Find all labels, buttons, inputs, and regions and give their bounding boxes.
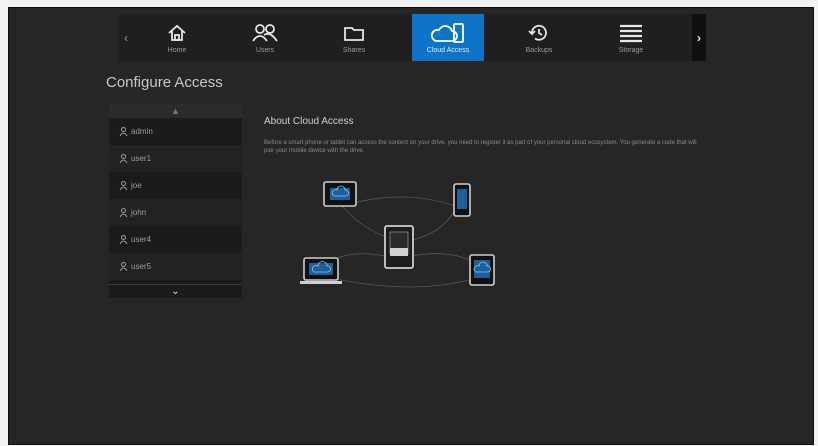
backups-icon: [528, 22, 550, 44]
nav-item-cloud-access[interactable]: Cloud Access: [412, 14, 484, 61]
storage-icon: [618, 22, 644, 44]
user-name: john: [131, 208, 147, 217]
user-item-john[interactable]: john: [109, 199, 242, 226]
cloud-access-icon: [430, 22, 466, 44]
nav-item-backups[interactable]: Backups: [503, 14, 575, 61]
user-name: admin: [131, 127, 153, 136]
user-name: user5: [131, 262, 152, 271]
nas-drive-icon: [384, 225, 414, 269]
laptop-top-icon: [323, 181, 357, 207]
user-list-scroll-down-button[interactable]: ⌄: [109, 284, 242, 298]
nav-label: Backups: [525, 47, 553, 54]
user-icon: [119, 262, 128, 271]
nav-scroll-left-button[interactable]: ‹: [119, 14, 133, 61]
user-item-user4[interactable]: user4: [109, 226, 242, 253]
user-icon: [119, 235, 128, 244]
cloud-access-diagram: [300, 181, 495, 288]
home-icon: [167, 22, 187, 44]
smartphone-icon: [453, 183, 471, 217]
user-item-joe[interactable]: joe: [109, 172, 242, 199]
user-icon: [119, 154, 128, 163]
user-icon: [119, 181, 128, 190]
user-name: user4: [131, 235, 152, 244]
nav-label: Shares: [342, 47, 366, 54]
nav-label: Storage: [618, 47, 644, 54]
about-cloud-access-title: About Cloud Access: [264, 116, 354, 127]
user-item-admin[interactable]: admin: [109, 118, 242, 145]
nav-item-shares[interactable]: Shares: [318, 14, 390, 61]
user-icon: [119, 208, 128, 217]
user-name: joe: [131, 181, 142, 190]
nav-scroll-right-button[interactable]: ›: [692, 14, 706, 61]
about-cloud-access-description: Before a smart phone or tablet can acces…: [264, 140, 697, 154]
user-item-user1[interactable]: user1: [109, 145, 242, 172]
user-item-user5[interactable]: user5: [109, 253, 242, 280]
user-list: ▲ admin user1 joe john user4 user5 ⌄: [109, 104, 242, 298]
page-title: Configure Access: [106, 74, 223, 91]
nav-label: Users: [255, 47, 275, 54]
users-icon: [251, 22, 279, 44]
app-screen: ‹ Home Users Shares Cloud Access Backups…: [8, 7, 814, 445]
nav-label: Cloud Access: [426, 47, 470, 54]
nav-item-storage[interactable]: Storage: [595, 14, 667, 61]
user-name: user1: [131, 154, 152, 163]
nav-item-home[interactable]: Home: [141, 14, 213, 61]
top-navigation: ‹ Home Users Shares Cloud Access Backups…: [119, 14, 706, 61]
tablet-icon: [469, 254, 495, 286]
shares-icon: [343, 22, 365, 44]
user-icon: [119, 127, 128, 136]
user-list-scroll-up-button[interactable]: ▲: [109, 104, 242, 118]
nav-item-users[interactable]: Users: [229, 14, 301, 61]
laptop-bottom-icon: [300, 257, 342, 284]
nav-label: Home: [167, 47, 187, 54]
